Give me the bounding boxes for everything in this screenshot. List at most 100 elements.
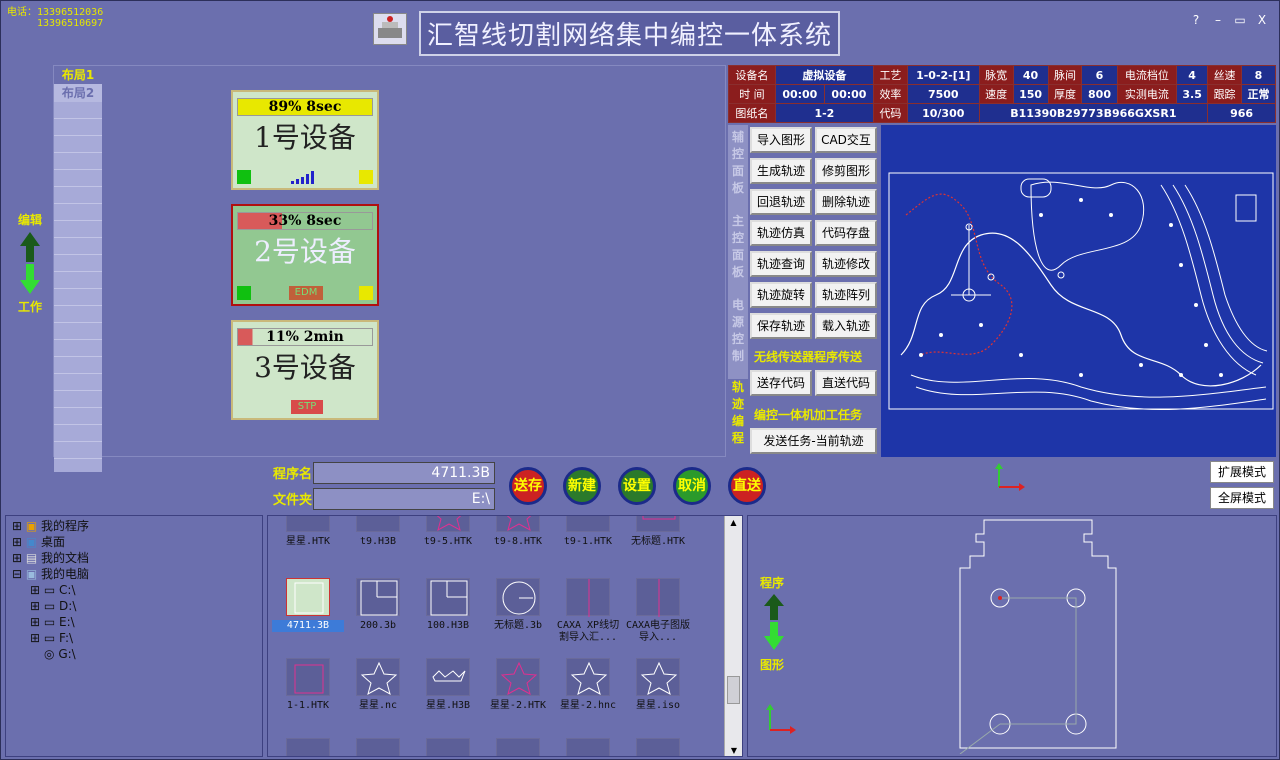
tree-drive-c[interactable]: ⊞ ▭ C:\ (30, 582, 76, 598)
scroll-down-icon[interactable]: ▼ (725, 744, 742, 756)
file-item[interactable]: CAXA电子图版导入... (622, 578, 694, 644)
simulate-track-button[interactable]: 轨迹仿真 (750, 220, 812, 246)
file-thumbnail-icon[interactable] (286, 738, 330, 756)
file-item[interactable]: 200.3b (342, 578, 414, 632)
file-item[interactable]: t9.H3B (342, 516, 414, 548)
up-down-arrow-icon[interactable] (764, 594, 784, 650)
tree-item-my-documents[interactable]: ⊞ ▤ 我的文档 (12, 550, 89, 566)
maximize-button[interactable]: ▭ (1231, 13, 1249, 27)
app-logo-icon (373, 13, 407, 45)
wire-speed-label: 丝速 (1207, 65, 1243, 85)
minimize-button[interactable]: – (1209, 13, 1227, 27)
status-indicator (237, 170, 251, 184)
file-thumbnail-icon[interactable] (426, 738, 470, 756)
array-track-button[interactable]: 轨迹阵列 (815, 282, 877, 308)
tab-main-panel[interactable]: 主控面板 (728, 213, 748, 281)
folder-field[interactable]: E:\ (313, 488, 495, 510)
status-indicator (359, 286, 373, 300)
file-item[interactable]: 4711.3B (272, 578, 344, 632)
fullscreen-mode-button[interactable]: 全屏模式 (1210, 487, 1274, 509)
tab-aux-panel[interactable]: 辅控面板 (728, 129, 748, 197)
send-task-button[interactable]: 发送任务-当前轨迹 (750, 428, 877, 454)
save-track-button[interactable]: 保存轨迹 (750, 313, 812, 339)
file-scrollbar[interactable]: ▲ ▼ (724, 516, 742, 756)
file-thumbnail-icon[interactable] (566, 738, 610, 756)
device-card-2[interactable]: 33% 8sec 2号设备 EDM (231, 204, 379, 306)
tree-label: C:\ (59, 583, 76, 597)
scroll-up-icon[interactable]: ▲ (725, 516, 742, 530)
close-button[interactable]: X (1253, 13, 1271, 27)
tab-layout-2[interactable]: 布局2 (54, 84, 102, 102)
file-item[interactable]: 100.H3B (412, 578, 484, 632)
tab-layout-1[interactable]: 布局1 (54, 66, 102, 84)
file-name: 无标题.HTK (630, 536, 686, 547)
tree-drive-e[interactable]: ⊞ ▭ E:\ (30, 614, 75, 630)
tab-trajectory-programming[interactable]: 轨迹编程 (728, 379, 748, 457)
new-button[interactable]: 新建 (563, 467, 601, 505)
delete-track-button[interactable]: 删除轨迹 (815, 189, 877, 215)
file-thumbnail-icon (566, 658, 610, 696)
up-down-arrow-icon[interactable] (20, 232, 40, 294)
tree-label: 我的程序 (41, 519, 90, 533)
query-track-button[interactable]: 轨迹查询 (750, 251, 812, 277)
pulse-width-value: 40 (1012, 65, 1049, 85)
scroll-thumb[interactable] (727, 676, 740, 704)
generate-track-button[interactable]: 生成轨迹 (750, 158, 812, 184)
send-store-code-button[interactable]: 送存代码 (750, 370, 812, 396)
drive-icon: ▭ (43, 631, 56, 645)
file-name: 200.3b (359, 620, 397, 631)
thickness-value: 800 (1081, 84, 1118, 104)
file-item[interactable]: 星星.H3B (412, 658, 484, 712)
device-badge: EDM (289, 286, 323, 300)
file-item[interactable]: t9-1.HTK (552, 516, 624, 548)
cancel-button[interactable]: 取消 (673, 467, 711, 505)
file-item[interactable]: CAXA XP线切割导入汇... (552, 578, 624, 644)
device-card-3[interactable]: 11% 2min 3号设备 STP (231, 320, 379, 420)
tree-item-my-programs[interactable]: ⊞ ▣ 我的程序 (12, 518, 89, 534)
send-store-button[interactable]: 送存 (509, 467, 547, 505)
cad-interact-button[interactable]: CAD交互 (815, 127, 877, 153)
modify-track-button[interactable]: 轨迹修改 (815, 251, 877, 277)
file-thumbnail-icon[interactable] (636, 738, 680, 756)
extend-mode-button[interactable]: 扩展模式 (1210, 461, 1274, 483)
file-item[interactable]: 星星-2.hnc (552, 658, 624, 712)
file-thumbnail-icon (636, 658, 680, 696)
file-item[interactable]: 星星.iso (622, 658, 694, 712)
file-item[interactable]: 无标题.3b (482, 578, 554, 632)
trim-graphic-button[interactable]: 修剪图形 (815, 158, 877, 184)
file-thumbnail-icon (496, 658, 540, 696)
file-item[interactable]: 无标题.HTK (622, 516, 694, 548)
drawing-label: 图纸名 (728, 103, 776, 123)
drive-icon: ▭ (43, 583, 56, 597)
file-item[interactable]: 星星.nc (342, 658, 414, 712)
program-name-field[interactable]: 4711.3B (313, 462, 495, 484)
tree-drive-f[interactable]: ⊞ ▭ F:\ (30, 630, 73, 646)
tree-item-desktop[interactable]: ⊞ ▣ 桌面 (12, 534, 65, 550)
file-item[interactable]: 星星-2.HTK (482, 658, 554, 712)
cad-canvas[interactable] (881, 125, 1276, 457)
tree-item-my-computer[interactable]: ⊟ ▣ 我的电脑 (12, 566, 89, 582)
file-thumbnail-icon[interactable] (356, 738, 400, 756)
file-thumbnail-icon[interactable] (496, 738, 540, 756)
edit-work-switch[interactable]: 编辑 工作 (15, 211, 45, 315)
tree-drive-d[interactable]: ⊞ ▭ D:\ (30, 598, 76, 614)
help-button[interactable]: ? (1187, 13, 1205, 27)
load-track-button[interactable]: 载入轨迹 (815, 313, 877, 339)
file-item[interactable]: 星星.HTK (272, 516, 344, 548)
undo-track-button[interactable]: 回退轨迹 (750, 189, 812, 215)
direct-send-button[interactable]: 直送 (728, 467, 766, 505)
save-code-button[interactable]: 代码存盘 (815, 220, 877, 246)
measured-current-label: 实测电流 (1116, 84, 1178, 104)
direct-send-code-button[interactable]: 直送代码 (815, 370, 877, 396)
file-item[interactable]: t9-5.HTK (412, 516, 484, 548)
tab-power-control[interactable]: 电源控制 (728, 297, 748, 365)
cad-drawing (888, 172, 1274, 410)
layout-panel: 布局1 布局2 89% 8sec 1号设备 33% 8sec 2号设备 EDM … (53, 65, 726, 472)
settings-button[interactable]: 设置 (618, 467, 656, 505)
file-item[interactable]: 1-1.HTK (272, 658, 344, 712)
device-card-1[interactable]: 89% 8sec 1号设备 (231, 90, 379, 190)
import-graphic-button[interactable]: 导入图形 (750, 127, 812, 153)
rotate-track-button[interactable]: 轨迹旋转 (750, 282, 812, 308)
tree-drive-g[interactable]: ◎ G:\ (44, 646, 76, 662)
file-item[interactable]: t9-8.HTK (482, 516, 554, 548)
